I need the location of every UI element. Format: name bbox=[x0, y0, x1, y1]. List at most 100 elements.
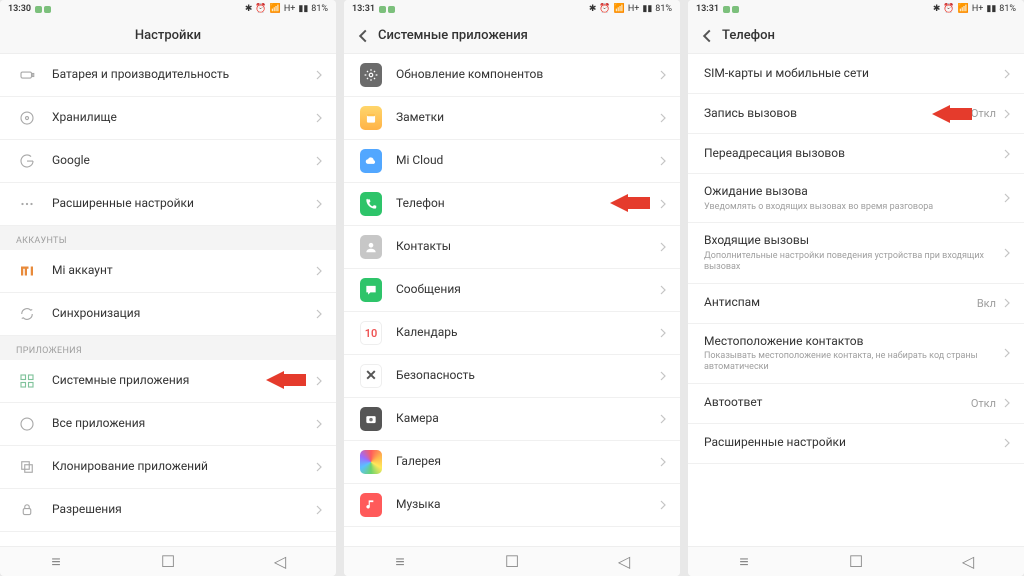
chevron-right-icon bbox=[1002, 109, 1012, 119]
item-value: Откл bbox=[971, 107, 996, 120]
pane-phone: 13:31 ✱ ⏰ 📶 H+ ▮▮ 81% Телефон SIM-карты … bbox=[688, 0, 1024, 576]
recents-button[interactable]: ≡ bbox=[48, 554, 64, 570]
recents-button[interactable]: ≡ bbox=[736, 554, 752, 570]
chevron-right-icon bbox=[314, 113, 324, 123]
signal-icon: 📶 bbox=[270, 4, 281, 14]
item-sim[interactable]: SIM-карты и мобильные сети bbox=[688, 54, 1024, 94]
chevron-right-icon bbox=[1002, 149, 1012, 159]
item-comp-updates[interactable]: Обновление компонентов bbox=[344, 54, 680, 97]
alarm-icon: ⏰ bbox=[943, 4, 954, 14]
back-button[interactable]: ◁ bbox=[960, 554, 976, 570]
update-app-icon bbox=[360, 64, 382, 86]
recents-button[interactable]: ≡ bbox=[392, 554, 408, 570]
item-battery[interactable]: Батарея и производительность bbox=[0, 54, 336, 97]
home-button[interactable]: ☐ bbox=[848, 554, 864, 570]
item-mi-account[interactable]: Mi аккаунт bbox=[0, 250, 336, 293]
item-antispam[interactable]: Антиспам Вкл bbox=[688, 284, 1024, 324]
chevron-right-icon bbox=[658, 199, 668, 209]
item-label: Переадресация вызовов bbox=[704, 146, 1002, 162]
contacts-app-icon bbox=[360, 236, 382, 258]
item-extended[interactable]: Расширенные настройки bbox=[0, 183, 336, 226]
status-bar: 13:31 ✱ ⏰ 📶 H+ ▮▮ 81% bbox=[344, 0, 680, 18]
status-time: 13:30 bbox=[8, 4, 31, 14]
music-app-icon bbox=[360, 494, 382, 516]
notes-app-icon bbox=[360, 107, 382, 129]
item-google[interactable]: Google bbox=[0, 140, 336, 183]
item-clone-apps[interactable]: Клонирование приложений bbox=[0, 446, 336, 489]
item-call-record[interactable]: Запись вызовов Откл bbox=[688, 94, 1024, 134]
battery-icon: ▮▮ bbox=[642, 4, 652, 14]
item-call-waiting[interactable]: Ожидание вызова Уведомлять о входящих вы… bbox=[688, 174, 1024, 223]
sysapps-list[interactable]: Обновление компонентов Заметки Mi Cloud … bbox=[344, 54, 680, 546]
status-app-icons bbox=[379, 6, 395, 13]
home-button[interactable]: ☐ bbox=[504, 554, 520, 570]
home-button[interactable]: ☐ bbox=[160, 554, 176, 570]
status-right: ✱ ⏰ 📶 H+ ▮▮ 81% bbox=[933, 4, 1016, 14]
item-contacts[interactable]: Контакты bbox=[344, 226, 680, 269]
chevron-right-icon bbox=[1002, 248, 1012, 258]
phone-list[interactable]: SIM-карты и мобильные сети Запись вызово… bbox=[688, 54, 1024, 546]
chevron-right-icon bbox=[658, 414, 668, 424]
chevron-right-icon bbox=[314, 505, 324, 515]
allapps-icon bbox=[16, 413, 38, 435]
chevron-right-icon bbox=[658, 328, 668, 338]
item-advanced[interactable]: Расширенные настройки bbox=[688, 424, 1024, 464]
clone-icon bbox=[16, 456, 38, 478]
item-storage[interactable]: Хранилище bbox=[0, 97, 336, 140]
signal-icon: 📶 bbox=[958, 4, 969, 14]
item-label: Запись вызовов bbox=[704, 106, 971, 122]
item-forwarding[interactable]: Переадресация вызовов bbox=[688, 134, 1024, 174]
item-system-apps[interactable]: Системные приложения bbox=[0, 360, 336, 403]
chevron-right-icon bbox=[1002, 298, 1012, 308]
security-app-icon: ✕ bbox=[360, 365, 382, 387]
chevron-right-icon bbox=[314, 419, 324, 429]
item-label: Сообщения bbox=[396, 282, 658, 298]
item-music[interactable]: Музыка bbox=[344, 484, 680, 527]
status-bar: 13:30 ✱ ⏰ 📶 H+ ▮▮ 81% bbox=[0, 0, 336, 18]
settings-list[interactable]: Батарея и производительность Хранилище G… bbox=[0, 54, 336, 546]
item-autoanswer[interactable]: Автоответ Откл bbox=[688, 384, 1024, 424]
chevron-right-icon bbox=[314, 156, 324, 166]
item-label: Обновление компонентов bbox=[52, 545, 314, 546]
nav-bar: ≡ ☐ ◁ bbox=[688, 546, 1024, 576]
item-sub: Дополнительные настройки поведения устро… bbox=[704, 251, 1002, 273]
back-icon[interactable] bbox=[700, 29, 714, 43]
item-phone[interactable]: Телефон bbox=[344, 183, 680, 226]
bt-icon: ✱ bbox=[245, 4, 253, 14]
chevron-right-icon bbox=[658, 242, 668, 252]
item-camera[interactable]: Камера bbox=[344, 398, 680, 441]
item-notes[interactable]: Заметки bbox=[344, 97, 680, 140]
item-sync[interactable]: Синхронизация bbox=[0, 293, 336, 336]
item-all-apps[interactable]: Все приложения bbox=[0, 403, 336, 446]
item-sub: Уведомлять о входящих вызовах во время р… bbox=[704, 202, 1002, 213]
status-app-icons bbox=[35, 6, 51, 13]
back-button[interactable]: ◁ bbox=[272, 554, 288, 570]
item-label: Входящие вызовы bbox=[704, 233, 1002, 249]
back-icon[interactable] bbox=[356, 29, 370, 43]
item-messages[interactable]: Сообщения bbox=[344, 269, 680, 312]
item-calendar[interactable]: 10 Календарь bbox=[344, 312, 680, 355]
item-incoming[interactable]: Входящие вызовы Дополнительные настройки… bbox=[688, 223, 1024, 283]
item-label: Календарь bbox=[396, 325, 658, 341]
item-label: Расширенные настройки bbox=[52, 196, 314, 212]
item-label: SIM-карты и мобильные сети bbox=[704, 66, 1002, 82]
item-label: Все приложения bbox=[52, 416, 314, 432]
item-gallery[interactable]: Галерея bbox=[344, 441, 680, 484]
item-permissions[interactable]: Разрешения bbox=[0, 489, 336, 532]
header: Телефон bbox=[688, 18, 1024, 54]
status-bar: 13:31 ✱ ⏰ 📶 H+ ▮▮ 81% bbox=[688, 0, 1024, 18]
chevron-right-icon bbox=[658, 371, 668, 381]
item-update-components[interactable]: Обновление компонентов bbox=[0, 532, 336, 546]
item-label: Музыка bbox=[396, 497, 658, 513]
item-micloud[interactable]: Mi Cloud bbox=[344, 140, 680, 183]
gallery-app-icon bbox=[360, 451, 382, 473]
item-label: Автоответ bbox=[704, 395, 971, 411]
item-security[interactable]: ✕ Безопасность bbox=[344, 355, 680, 398]
header-title: Телефон bbox=[722, 28, 775, 43]
back-button[interactable]: ◁ bbox=[616, 554, 632, 570]
status-right: ✱ ⏰ 📶 H+ ▮▮ 81% bbox=[245, 4, 328, 14]
item-label: Mi Cloud bbox=[396, 153, 658, 169]
item-location[interactable]: Местоположение контактов Показывать мест… bbox=[688, 324, 1024, 384]
bt-icon: ✱ bbox=[933, 4, 941, 14]
battery-icon: ▮▮ bbox=[298, 4, 308, 14]
